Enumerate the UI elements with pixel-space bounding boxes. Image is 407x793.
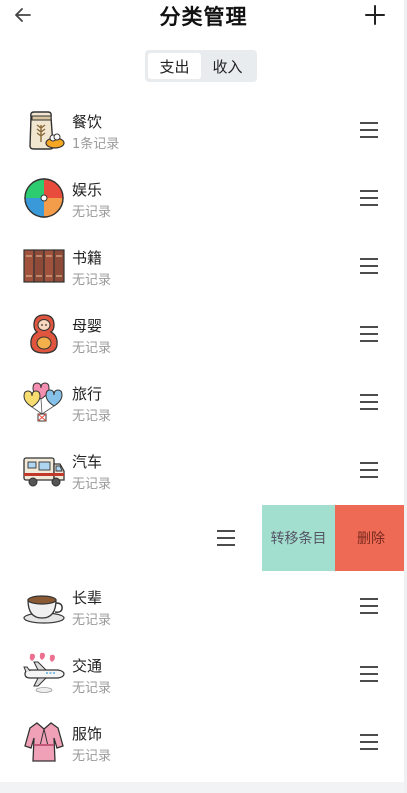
category-row[interactable]: 书籍 无记录 <box>0 232 407 300</box>
category-name: 书籍 <box>72 249 103 267</box>
category-name: 娱乐 <box>72 181 103 199</box>
category-row[interactable]: 旅行 无记录 <box>0 368 407 436</box>
page-title: 分类管理 <box>159 5 248 29</box>
drag-handle-icon[interactable] <box>357 730 381 754</box>
record-count: 1条记录 <box>72 137 120 152</box>
bottom-bar <box>0 782 407 793</box>
category-row[interactable]: 交通 无记录 <box>0 640 407 708</box>
matryoshka-doll-icon <box>30 314 58 354</box>
beach-ball-icon <box>24 178 64 218</box>
rice-sack-icon <box>29 111 65 150</box>
record-count: 无记录 <box>72 681 112 696</box>
transfer-entries-button[interactable]: 转移条目 <box>262 505 335 571</box>
robe-icon <box>24 722 64 762</box>
category-row[interactable]: 长辈 无记录 <box>0 572 407 640</box>
record-count: 无记录 <box>72 409 112 424</box>
category-row[interactable]: 母婴 无记录 <box>0 300 407 368</box>
record-count: 无记录 <box>72 205 112 220</box>
heart-balloons-icon <box>23 382 63 422</box>
drag-handle-icon[interactable] <box>357 322 381 346</box>
category-name: 长辈 <box>72 589 103 607</box>
drag-handle-icon[interactable] <box>357 254 381 278</box>
drag-handle-icon[interactable] <box>357 118 381 142</box>
category-list: 餐饮 1条记录 娱乐 无记录 书籍 无记录 母婴 无记录 旅行 无记录 汽车 无… <box>0 96 407 776</box>
category-name: 餐饮 <box>72 113 103 131</box>
category-row[interactable]: 汽车 无记录 <box>0 436 407 504</box>
header: 分类管理 <box>0 0 407 32</box>
category-name: 汽车 <box>72 453 103 471</box>
category-management-screen: 分类管理 支出 收入 餐饮 1条记录 娱乐 无记录 书籍 无记录 母婴 无记录 … <box>0 0 407 793</box>
camper-truck-icon <box>23 457 65 487</box>
record-count: 无记录 <box>72 273 112 288</box>
drag-handle-icon[interactable] <box>214 526 238 550</box>
category-name: 服饰 <box>72 725 103 743</box>
record-count: 无记录 <box>72 613 112 628</box>
category-name: 母婴 <box>72 317 103 335</box>
airplane-icon <box>23 652 65 693</box>
record-count: 无记录 <box>72 749 112 764</box>
drag-handle-icon[interactable] <box>357 594 381 618</box>
books-icon <box>23 249 65 283</box>
category-row[interactable]: 餐饮 1条记录 <box>0 96 407 164</box>
drag-handle-icon[interactable] <box>357 458 381 482</box>
category-row[interactable]: 服饰 无记录 <box>0 708 407 776</box>
record-count: 无记录 <box>72 341 112 356</box>
drag-handle-icon[interactable] <box>357 390 381 414</box>
tab-expense[interactable]: 支出 <box>148 53 201 79</box>
coffee-cup-icon <box>23 595 65 624</box>
drag-handle-icon[interactable] <box>357 662 381 686</box>
category-row-swiped[interactable]: 转移条目 删除 <box>0 504 407 572</box>
category-row[interactable]: 娱乐 无记录 <box>0 164 407 232</box>
category-name: 交通 <box>72 657 103 675</box>
type-segmented-control: 支出 收入 <box>145 50 257 82</box>
category-name: 旅行 <box>72 385 103 403</box>
delete-button[interactable]: 删除 <box>335 505 407 571</box>
plus-icon <box>365 5 385 25</box>
tab-income[interactable]: 收入 <box>201 53 254 79</box>
add-category-button[interactable] <box>361 1 389 29</box>
record-count: 无记录 <box>72 477 112 492</box>
drag-handle-icon[interactable] <box>357 186 381 210</box>
